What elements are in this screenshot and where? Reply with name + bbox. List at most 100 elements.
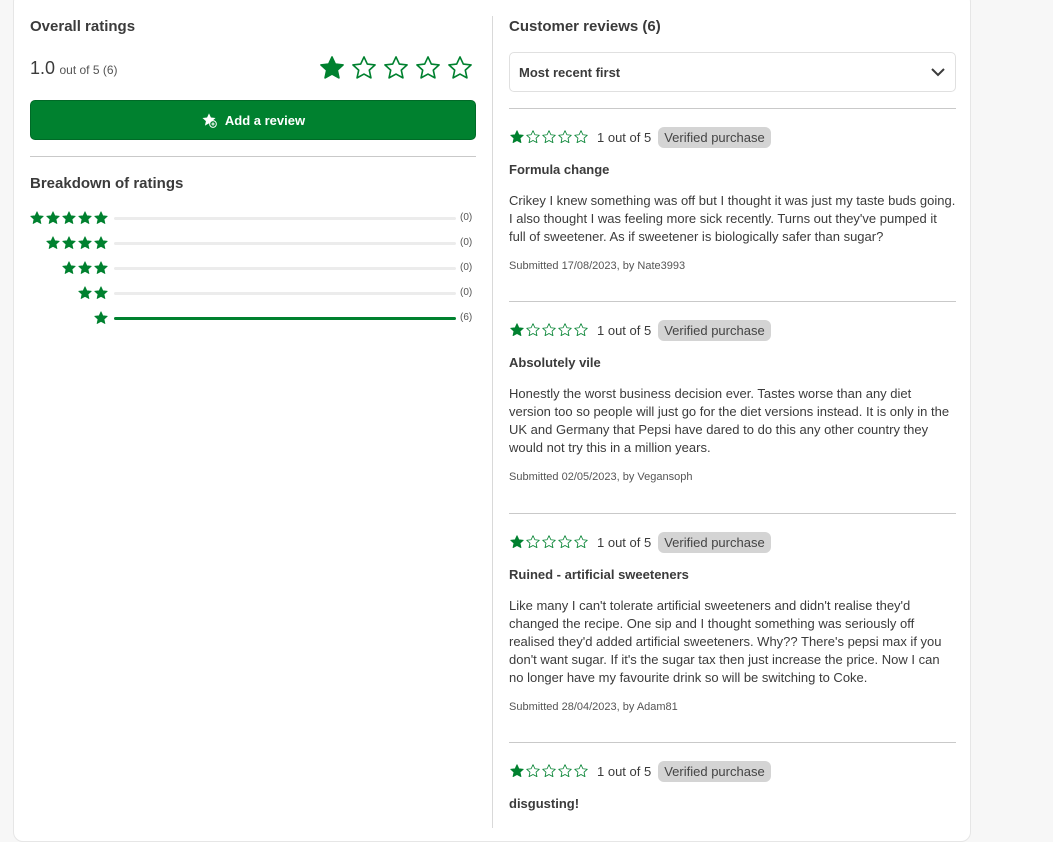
breakdown-bar: [114, 317, 456, 320]
review-item: 1 out of 5 Verified purchase disgusting!: [509, 759, 956, 811]
breakdown-count: (0): [460, 262, 473, 273]
overall-ratings-heading: Overall ratings: [30, 18, 136, 35]
review-item: 1 out of 5 Verified purchase Ruined - arti…: [509, 530, 956, 713]
star-outline-icon: [526, 535, 540, 549]
customer-reviews-heading: Customer reviews (6): [509, 18, 661, 35]
star-filled-icon: [510, 535, 524, 549]
star-filled-icon: [62, 211, 76, 224]
review-rating-text: 1 out of 5: [597, 129, 652, 145]
star-outline-icon: [574, 130, 588, 144]
star-outline-icon: [542, 323, 556, 337]
review-meta: Submitted 17/08/2023, by Nate3993: [509, 260, 686, 272]
verified-purchase-badge: Verified purchase: [658, 760, 771, 782]
overall-score-row: 1.0 out of 5 (6): [30, 56, 476, 82]
review-header: 1 out of 5 Verified purchase: [509, 125, 956, 149]
star-filled-icon: [62, 261, 76, 274]
breakdown-row-1-star[interactable]: (6): [30, 310, 476, 326]
review-title: disgusting!: [509, 796, 580, 811]
divider: [509, 513, 956, 514]
review-header: 1 out of 5 Verified purchase: [509, 318, 956, 342]
breakdown-stars: [61, 260, 109, 276]
verified-purchase-badge: Verified purchase: [658, 531, 771, 553]
review-header: 1 out of 5 Verified purchase: [509, 759, 956, 783]
star-filled-icon: [62, 236, 76, 249]
star-filled-icon: [46, 211, 60, 224]
chevron-down-icon: [931, 68, 945, 77]
star-outline-icon: [558, 764, 572, 778]
star-filled-icon: [94, 311, 108, 324]
review-rating-text: 1 out of 5: [597, 763, 652, 779]
verified-purchase-badge: Verified purchase: [658, 319, 771, 341]
breakdown-bar: [114, 217, 456, 220]
star-outline-icon: [542, 764, 556, 778]
breakdown-count: (6): [460, 312, 473, 323]
star-filled-icon: [510, 130, 524, 144]
star-filled-icon: [94, 286, 108, 299]
star-outline-icon: [384, 56, 408, 79]
star-outline-icon: [526, 323, 540, 337]
breakdown-bar-fill: [114, 317, 456, 320]
divider: [509, 742, 956, 743]
breakdown-stars: [77, 285, 109, 301]
star-outline-icon: [574, 535, 588, 549]
divider: [30, 156, 476, 157]
star-outline-icon: [574, 323, 588, 337]
review-star-rating: [509, 129, 589, 145]
star-outline-icon: [574, 764, 588, 778]
divider: [509, 301, 956, 302]
review-title: Absolutely vile: [509, 355, 601, 370]
overall-score-suffix: out of 5 (6): [59, 63, 118, 77]
review-title: Formula change: [509, 162, 610, 177]
breakdown-row-2-star[interactable]: (0): [30, 285, 476, 301]
star-outline-icon: [558, 130, 572, 144]
breakdown-count: (0): [460, 237, 473, 248]
breakdown-stars: [29, 210, 109, 226]
review-star-rating: [509, 322, 589, 338]
star-filled-icon: [510, 323, 524, 337]
overall-star-rating: [318, 54, 474, 82]
breakdown-row-4-star[interactable]: (0): [30, 235, 476, 251]
star-filled-icon: [78, 236, 92, 249]
review-star-rating: [509, 763, 589, 779]
breakdown-count: (0): [460, 212, 473, 223]
sort-select[interactable]: Most recent first: [509, 52, 956, 92]
breakdown-bar: [114, 292, 456, 295]
review-star-rating: [509, 534, 589, 550]
review-header: 1 out of 5 Verified purchase: [509, 530, 956, 554]
star-filled-icon: [78, 211, 92, 224]
review-rating-text: 1 out of 5: [597, 322, 652, 338]
breakdown-stars: [93, 310, 109, 326]
star-outline-icon: [526, 764, 540, 778]
star-filled-icon: [94, 236, 108, 249]
review-body: Honestly the worst business decision eve…: [509, 386, 950, 455]
divider: [509, 108, 956, 109]
breakdown-bar: [114, 267, 456, 270]
star-filled-icon: [46, 236, 60, 249]
breakdown-row-5-star[interactable]: (0): [30, 210, 476, 226]
star-filled-icon: [320, 56, 344, 79]
breakdown-stars: [45, 235, 109, 251]
star-outline-icon: [416, 56, 440, 79]
column-divider: [492, 16, 493, 828]
breakdown-heading: Breakdown of ratings: [30, 175, 184, 192]
review-title: Ruined - artificial sweeteners: [509, 567, 689, 582]
star-filled-icon: [30, 211, 44, 224]
star-outline-icon: [448, 56, 472, 79]
star-outline-icon: [352, 56, 376, 79]
review-rating-text: 1 out of 5: [597, 534, 652, 550]
review-item: 1 out of 5 Verified purchase Formula chang…: [509, 125, 956, 272]
add-review-label: Add a review: [224, 112, 306, 128]
review-item: 1 out of 5 Verified purchase Absolutely vi…: [509, 318, 956, 483]
add-review-button[interactable]: Add a review: [30, 100, 476, 140]
overall-score: 1.0: [30, 58, 56, 78]
sort-select-value: Most recent first: [519, 64, 621, 80]
star-outline-icon: [526, 130, 540, 144]
review-meta: Submitted 02/05/2023, by Vegansoph: [509, 471, 693, 483]
star-outline-icon: [558, 323, 572, 337]
star-outline-icon: [542, 535, 556, 549]
breakdown-bar: [114, 242, 456, 245]
star-plus-icon: [202, 113, 217, 128]
star-filled-icon: [94, 211, 108, 224]
breakdown-row-3-star[interactable]: (0): [30, 260, 476, 276]
star-filled-icon: [78, 261, 92, 274]
